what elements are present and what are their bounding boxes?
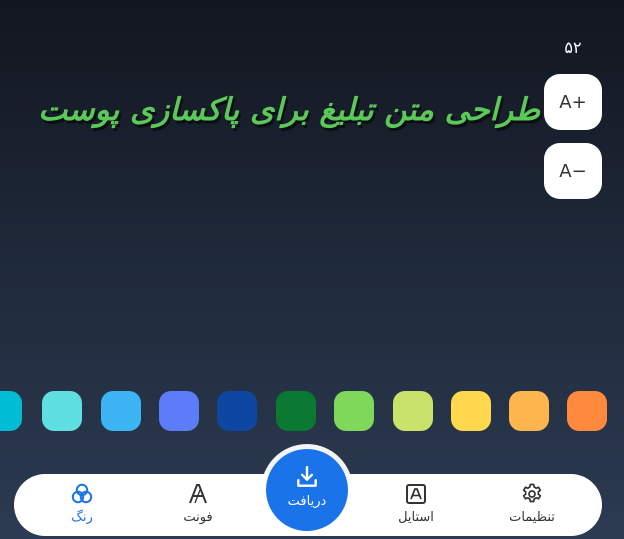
color-swatch-orange[interactable]: [567, 391, 607, 431]
color-swatch-light-green[interactable]: [334, 391, 374, 431]
increase-font-size-label: A+: [559, 91, 587, 113]
color-swatch-light-cyan[interactable]: [42, 391, 82, 431]
nav-style[interactable]: استایل: [366, 482, 466, 532]
color-palette: [0, 391, 624, 433]
gear-icon: [522, 483, 542, 503]
font-icon: [189, 484, 207, 504]
color-swatch-amber[interactable]: [509, 391, 549, 431]
style-icon: [406, 484, 426, 504]
color-swatch-cyan[interactable]: [0, 391, 22, 431]
color-swatch-sky-blue[interactable]: [101, 391, 141, 431]
canvas-text[interactable]: طراحی متن تبلیغ برای پاکسازی پوست: [38, 92, 540, 128]
font-size-value: ۵۲: [564, 38, 582, 57]
decrease-font-size-button[interactable]: A−: [544, 143, 602, 199]
color-swatch-dark-green[interactable]: [276, 391, 316, 431]
download-icon: [297, 466, 317, 487]
nav-font-label: فونت: [183, 510, 213, 525]
color-swatch-periwinkle[interactable]: [159, 391, 199, 431]
color-swatch-lime[interactable]: [393, 391, 433, 431]
increase-font-size-button[interactable]: A+: [544, 74, 602, 130]
nav-settings-label: تنظیمات: [509, 510, 555, 525]
color-swatch-navy[interactable]: [217, 391, 257, 431]
color-swatch-yellow[interactable]: [451, 391, 491, 431]
decrease-font-size-label: A−: [559, 160, 587, 182]
nav-style-label: استایل: [398, 510, 434, 525]
download-button[interactable]: دریافت: [266, 449, 348, 531]
nav-color[interactable]: رنگ: [32, 482, 132, 532]
color-circles-icon: [71, 483, 93, 504]
nav-font[interactable]: فونت: [148, 482, 248, 532]
download-label: دریافت: [287, 494, 327, 509]
nav-settings[interactable]: تنظیمات: [482, 482, 582, 532]
nav-color-label: رنگ: [71, 510, 93, 525]
